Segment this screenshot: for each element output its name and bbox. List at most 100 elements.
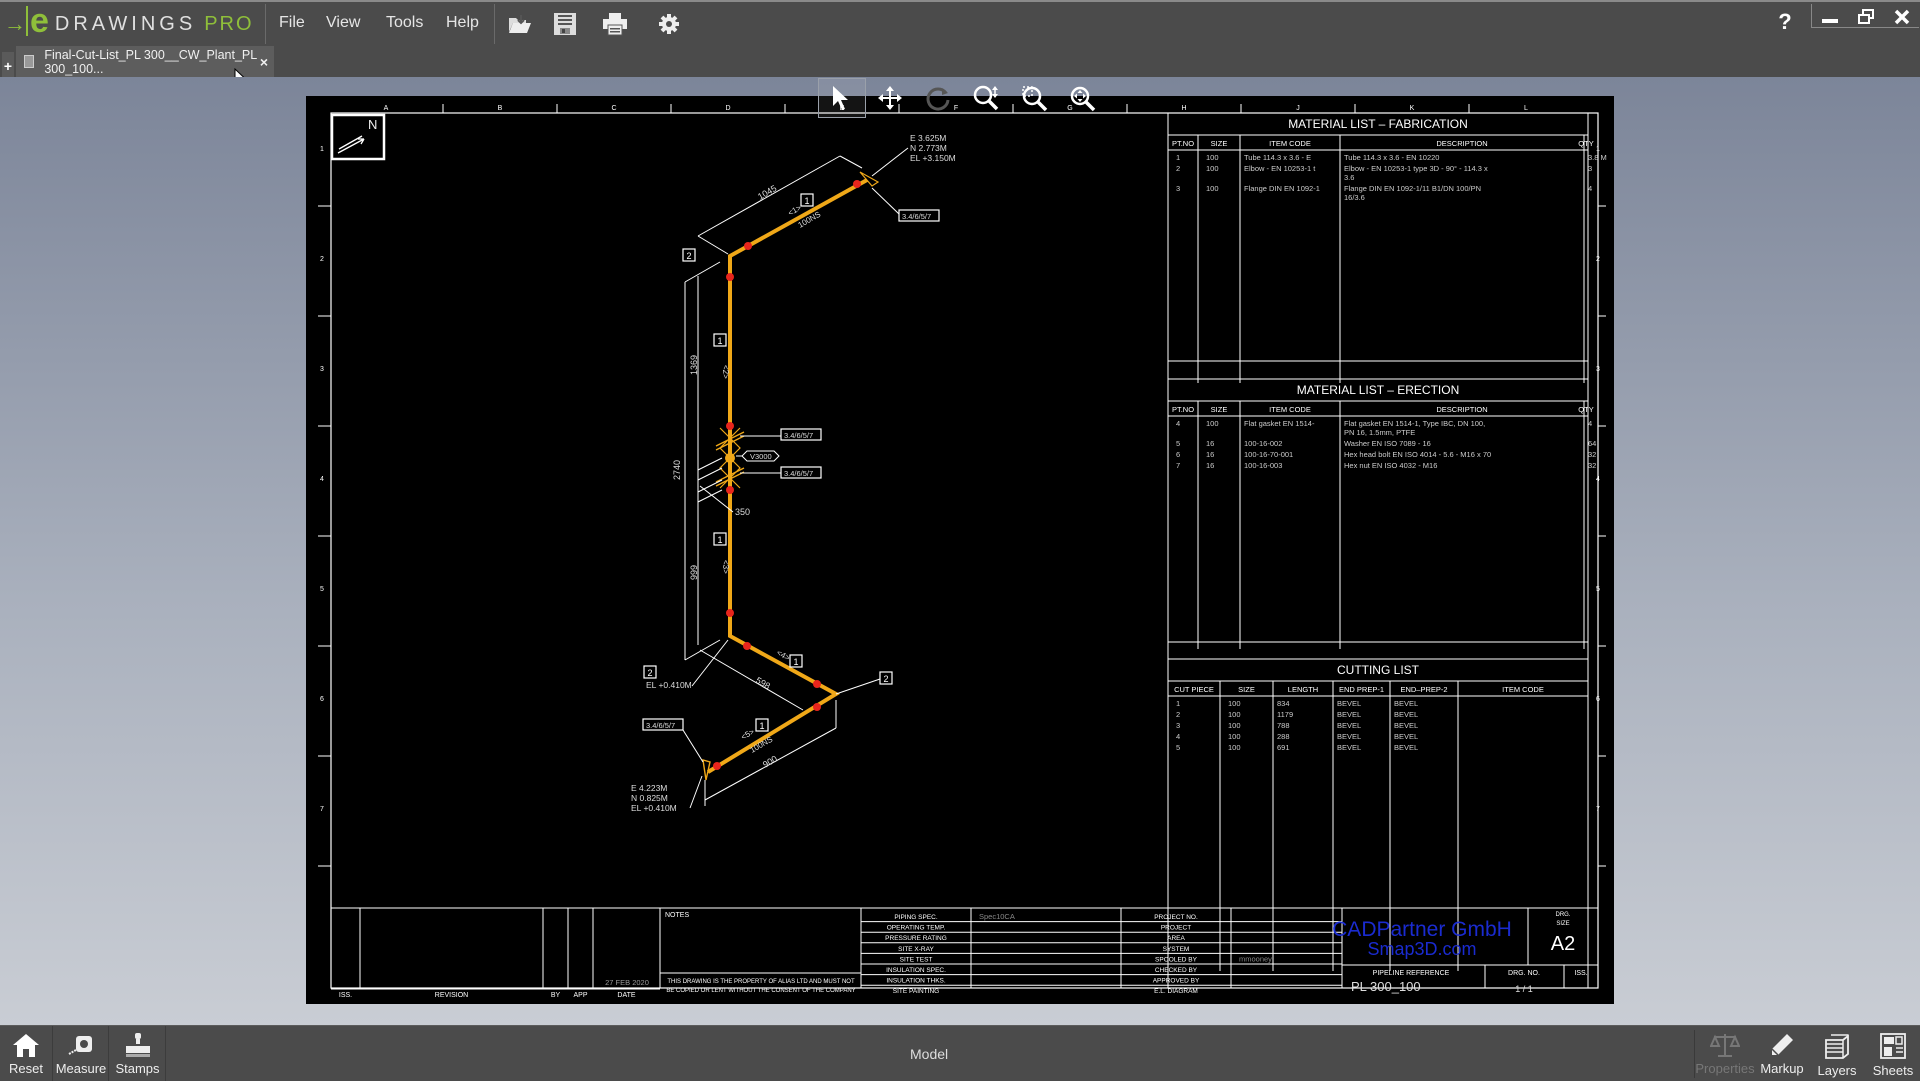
cutting-table-cell: 1179	[1277, 710, 1293, 719]
revision-header: ISS.	[339, 992, 352, 999]
logo-arrow: →	[4, 11, 26, 36]
markup-label: Markup	[1760, 1061, 1804, 1076]
stamps-button[interactable]: Stamps	[110, 1026, 166, 1081]
zone-label-col: J	[1296, 105, 1300, 112]
drawing-canvas: ABCDEFGHJKL11223344556677N10452740136999…	[318, 104, 1607, 999]
zone-label-row: 4	[320, 476, 324, 483]
rotate-tool[interactable]	[914, 78, 962, 118]
spec-label: SITE X-RAY	[898, 946, 934, 953]
erection-table-cell: 100-16-002	[1244, 439, 1282, 448]
help-button[interactable]: ?	[1767, 9, 1803, 34]
drawing-sheet[interactable]: ABCDEFGHJKL11223344556677N10452740136999…	[306, 96, 1614, 1004]
weld-point	[813, 680, 821, 688]
spec-label: PRESSURE RATING	[885, 935, 947, 942]
cutting-table-cell: 788	[1277, 721, 1290, 730]
sheets-button[interactable]: Sheets	[1866, 1026, 1920, 1081]
zone-label-row: 3	[1596, 366, 1600, 373]
item-tag-2: 2	[883, 674, 888, 684]
save-icon[interactable]	[550, 10, 580, 38]
measure-button[interactable]: Measure	[54, 1026, 109, 1081]
menu-help[interactable]: Help	[446, 14, 479, 32]
drg-no-value: 1 / 1	[1515, 984, 1533, 994]
zone-label-col: B	[498, 105, 503, 112]
tables-frame	[1167, 112, 1589, 989]
layers-button[interactable]: Layers	[1810, 1026, 1864, 1081]
dimension-line	[697, 457, 723, 471]
restore-button[interactable]	[1848, 5, 1884, 29]
coordinate-label: E 3.625M	[910, 133, 946, 143]
iss-label: ISS.	[1574, 970, 1587, 977]
leader-line	[871, 147, 909, 177]
cutting-table-header: END–PREP-2	[1400, 685, 1447, 694]
minimize-button[interactable]	[1812, 5, 1848, 29]
drawing-viewport[interactable]: ABCDEFGHJKL11223344556677N10452740136999…	[0, 77, 1920, 1025]
fabrication-table-cell: Tube 114.3 x 3.6 - E	[1244, 153, 1311, 162]
cutting-table-header: END PREP-1	[1339, 685, 1384, 694]
menu-tools[interactable]: Tools	[386, 14, 423, 32]
weld-tag: 3.4/6/5/7	[784, 431, 813, 440]
zoom-icon	[973, 85, 999, 111]
zoom-to-fit-tool[interactable]	[1058, 78, 1106, 118]
dim-1369-label: 1369	[689, 355, 699, 375]
segment-3-label: <3>	[721, 560, 730, 574]
fabrication-table-cell: 1	[1176, 153, 1180, 162]
logo-name: DRAWINGS	[54, 12, 197, 35]
leader-line	[689, 775, 703, 809]
settings-icon[interactable]	[654, 10, 684, 38]
zoom-tool[interactable]	[962, 78, 1010, 118]
pipeline-ref-label: PIPELINE REFERENCE	[1373, 970, 1450, 977]
zone-label-col: K	[1410, 105, 1415, 112]
zoom-area-icon	[1022, 86, 1048, 112]
zone-label-row: 1	[320, 146, 324, 153]
spec-label: SITE TEST	[900, 956, 933, 963]
new-tab-button[interactable]: +	[2, 52, 14, 77]
item-tag-2: 2	[686, 251, 691, 261]
fabrication-table-cell: 100	[1206, 153, 1219, 162]
erection-table-cell: 32	[1588, 450, 1596, 459]
erection-table-cell: 16	[1206, 450, 1214, 459]
leader-line	[871, 187, 900, 215]
zone-label-row: 7	[320, 806, 324, 813]
cutting-table-cell: BEVEL	[1394, 743, 1418, 752]
segment-2-label: <2>	[721, 365, 730, 379]
revision-header: REVISION	[435, 992, 468, 999]
weld-tag: 3.4/6/5/7	[902, 212, 931, 221]
fabrication-table-cell: 3	[1588, 164, 1592, 173]
erection-table-cell: 100-16-003	[1244, 461, 1282, 470]
properties-button[interactable]: Properties	[1695, 1026, 1755, 1081]
menu-view[interactable]: View	[326, 14, 360, 32]
drg-size-label: SIZE	[1556, 921, 1569, 927]
layers-label: Layers	[1817, 1063, 1857, 1078]
pan-tool[interactable]	[866, 78, 914, 118]
markup-button[interactable]: Markup	[1756, 1026, 1808, 1081]
fabrication-table-cell: Flange DIN EN 1092-1	[1244, 184, 1320, 193]
item-tag-1: 1	[717, 535, 722, 545]
weld-point	[726, 273, 734, 281]
open-icon[interactable]	[505, 10, 535, 38]
fabrication-table-cell: 3.6	[1344, 173, 1354, 182]
dim-598-label: 598	[754, 675, 772, 691]
app-logo: → e DRAWINGS PRO	[4, 4, 254, 42]
close-window-button[interactable]	[1884, 5, 1920, 29]
project-label: E.L. DIAGRAM	[1154, 988, 1198, 995]
layers-icon	[1825, 1034, 1849, 1059]
fabrication-table-cell: Tube 114.3 x 3.6 - EN 10220	[1344, 153, 1439, 162]
fabrication-table-cell: 4	[1588, 184, 1592, 193]
fabrication-table-title: MATERIAL LIST – FABRICATION	[1288, 117, 1468, 131]
zoom-to-area-tool[interactable]	[1010, 78, 1058, 118]
coordinate-label: EL +3.150M	[910, 153, 956, 163]
erection-table-cell: 100	[1206, 419, 1219, 428]
erection-table-cell: 6	[1176, 450, 1180, 459]
select-tool[interactable]	[818, 78, 866, 118]
print-icon[interactable]	[600, 10, 630, 38]
erection-table-header: SIZE	[1211, 405, 1228, 414]
disclaimer-text: THIS DRAWING IS THE PROPERTY OF ALIAS LT…	[667, 979, 855, 985]
notes-label: NOTES	[665, 912, 689, 919]
close-tab-button[interactable]: ×	[260, 54, 268, 70]
reset-button[interactable]: Reset	[0, 1026, 53, 1081]
zone-label-row: 6	[320, 696, 324, 703]
menu-file[interactable]: File	[279, 14, 305, 32]
properties-label: Properties	[1695, 1061, 1755, 1076]
revision-date: 27 FEB 2020	[605, 978, 649, 987]
project-label: SPOOLED BY	[1155, 956, 1198, 963]
